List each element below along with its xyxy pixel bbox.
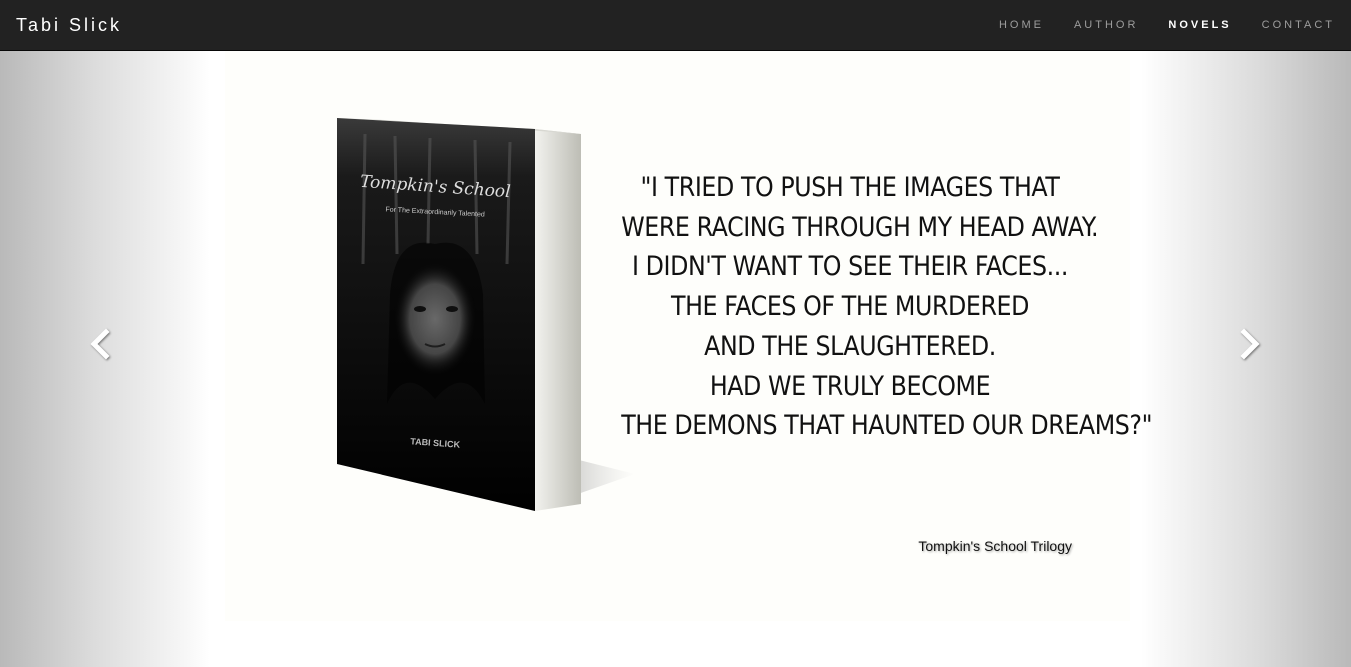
nav-author[interactable]: AUTHOR [1074, 19, 1138, 31]
quote-line: were racing through my head away. [621, 211, 1099, 243]
chevron-right-icon[interactable] [1236, 326, 1266, 366]
nav-menu: HOME AUTHOR NOVELS CONTACT [969, 0, 1335, 50]
quote-line: The faces of the murdered [671, 291, 1029, 323]
book-cover-image: Tompkin's School For The Extraordinarily… [337, 118, 635, 511]
quote-line: I didn't want to see their faces... [632, 251, 1068, 283]
slide-caption: Tompkin's School Trilogy [918, 538, 1072, 554]
book-quote: "I tried to push the images that were ra… [621, 168, 1153, 446]
quote-line: "I tried to push the images that [640, 172, 1060, 203]
chevron-left-icon[interactable] [84, 326, 114, 366]
brand-link[interactable]: Tabi Slick [16, 14, 122, 36]
quote-line: the demons that haunted our dreams?" [621, 410, 1153, 442]
navbar: Tabi Slick HOME AUTHOR NOVELS CONTACT [0, 0, 1351, 51]
nav-novels[interactable]: NOVELS [1168, 19, 1231, 31]
nav-home[interactable]: HOME [999, 19, 1044, 31]
quote-line: and the slaughtered. [704, 330, 996, 362]
quote-line: Had we truly become [709, 370, 991, 402]
nav-contact[interactable]: CONTACT [1262, 19, 1335, 31]
